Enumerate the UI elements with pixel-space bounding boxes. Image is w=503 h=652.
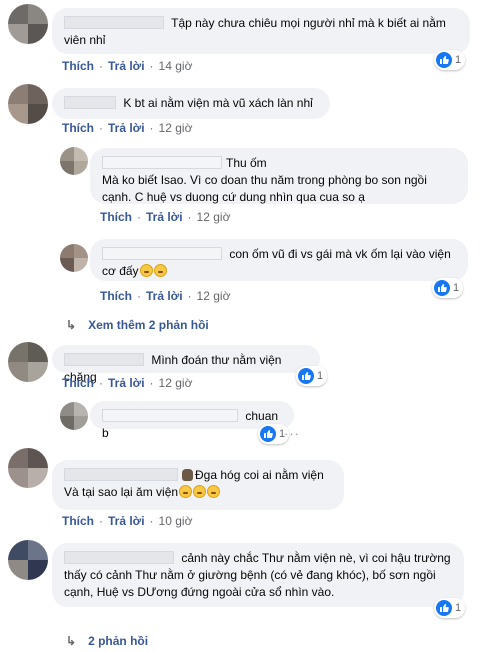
reply-button[interactable]: Trả lời bbox=[108, 376, 145, 390]
like-reaction-icon bbox=[436, 600, 452, 616]
comment-bubble: Đga hóg coi ai nằm viện Và tại sao lại ă… bbox=[52, 460, 344, 510]
comment-bubble: cảnh này chắc Thư nằm viện nè, vì coi hậ… bbox=[52, 543, 464, 607]
avatar[interactable] bbox=[8, 342, 48, 382]
reaction-count[interactable]: 1 bbox=[434, 50, 466, 70]
reply-button[interactable]: Trả lời bbox=[108, 514, 145, 528]
comment-actions: Thích · Trả lời · 10 giờ bbox=[62, 514, 193, 528]
reaction-count[interactable]: 1 bbox=[432, 278, 464, 298]
avatar[interactable] bbox=[60, 147, 88, 175]
reply-bubble: Thu ốm Mà ko biết Isao. Vì co doan thu n… bbox=[90, 148, 468, 204]
reply-button[interactable]: Trả lời bbox=[146, 210, 183, 224]
timestamp[interactable]: 12 giờ bbox=[197, 289, 231, 303]
timestamp[interactable]: 12 giờ bbox=[159, 121, 193, 135]
author-name[interactable] bbox=[64, 96, 116, 109]
timestamp[interactable]: 10 giờ bbox=[159, 514, 193, 528]
reply-bubble: con ốm vũ đi vs gái mà vk ốm lại vào việ… bbox=[90, 239, 468, 281]
author-name[interactable] bbox=[64, 551, 174, 564]
timestamp[interactable]: 12 giờ bbox=[159, 376, 193, 390]
comment-text-line2: Và tại sao lại ăm viện bbox=[64, 485, 179, 499]
reply-arrow-icon: ↳ bbox=[66, 318, 77, 332]
comment-actions: Thích · Trả lời · 12 giờ bbox=[62, 376, 193, 390]
like-button[interactable]: Thích bbox=[62, 376, 94, 390]
author-name[interactable] bbox=[64, 468, 178, 481]
reply-button[interactable]: Trả lời bbox=[108, 121, 145, 135]
comment-actions: Thích · Trả lời · 12 giờ bbox=[100, 210, 231, 224]
reaction-count[interactable]: 1 bbox=[434, 598, 466, 618]
avatar[interactable] bbox=[8, 84, 48, 124]
like-reaction-icon bbox=[298, 368, 314, 384]
comment-text: K bt ai nằm viện mà vũ xách làn nhỉ bbox=[123, 96, 313, 110]
reaction-count[interactable]: 1 bbox=[296, 366, 328, 386]
thinking-emoji-icon bbox=[207, 485, 221, 498]
more-replies-link[interactable]: ↳ 2 phản hồi bbox=[66, 634, 148, 648]
reply-arrow-icon: ↳ bbox=[66, 634, 77, 648]
comment-bubble: K bt ai nằm viện mà vũ xách làn nhỉ bbox=[52, 88, 330, 119]
thinking-emoji-icon bbox=[193, 485, 207, 498]
thinking-emoji-icon bbox=[179, 485, 193, 498]
avatar[interactable] bbox=[8, 448, 48, 488]
author-name[interactable] bbox=[64, 16, 164, 29]
like-button[interactable]: Thích bbox=[100, 210, 132, 224]
like-button[interactable]: Thích bbox=[62, 121, 94, 135]
author-name[interactable] bbox=[102, 247, 222, 260]
comment-bubble: Mình đoán thư nằm viện chăng bbox=[52, 345, 320, 384]
comment-text: Mà ko biết Isao. Vì co doan thu năm tron… bbox=[102, 173, 427, 204]
more-replies-label: 2 phản hồi bbox=[88, 634, 149, 648]
like-button[interactable]: Thích bbox=[62, 514, 94, 528]
like-count: 1 bbox=[455, 602, 462, 614]
reply-button[interactable]: Trả lời bbox=[146, 289, 183, 303]
comment-actions: Thích · Trả lời · 12 giờ bbox=[62, 121, 193, 135]
like-count: 1 bbox=[453, 282, 460, 294]
author-name[interactable] bbox=[102, 156, 222, 169]
comment-text-line1: Đga hóg coi ai nằm viện bbox=[195, 468, 324, 482]
reply-name-text: Thu ốm bbox=[226, 156, 267, 170]
avatar[interactable] bbox=[8, 540, 48, 580]
avatar[interactable] bbox=[60, 402, 88, 430]
like-reaction-icon bbox=[436, 52, 452, 68]
avatar[interactable] bbox=[60, 244, 88, 272]
avatar[interactable] bbox=[8, 4, 48, 44]
like-reaction-icon bbox=[260, 426, 276, 442]
reply-button[interactable]: Trả lời bbox=[108, 59, 145, 73]
author-name[interactable] bbox=[64, 353, 144, 366]
hand-emoji-icon bbox=[182, 469, 193, 481]
laughing-emoji-icon bbox=[139, 264, 153, 277]
like-button[interactable]: Thích bbox=[62, 59, 94, 73]
like-button[interactable]: Thích bbox=[100, 289, 132, 303]
like-reaction-icon bbox=[434, 280, 450, 296]
comment-actions: Thích · Trả lời · 12 giờ bbox=[100, 289, 231, 303]
like-count: 1 bbox=[455, 54, 462, 66]
see-more-replies-link[interactable]: ↳ Xem thêm 2 phản hồi bbox=[66, 318, 209, 332]
see-more-replies-label: Xem thêm 2 phản hồi bbox=[88, 318, 209, 332]
author-name[interactable] bbox=[102, 409, 238, 422]
laughing-emoji-icon bbox=[153, 264, 167, 277]
more-options-icon[interactable]: ··· bbox=[284, 426, 300, 441]
comment-actions: Thích · Trả lời · 14 giờ bbox=[62, 59, 193, 73]
timestamp[interactable]: 12 giờ bbox=[197, 210, 231, 224]
comment-bubble: Tập này chưa chiêu mọi người nhỉ mà k bi… bbox=[52, 8, 470, 54]
like-count: 1 bbox=[317, 370, 324, 382]
timestamp[interactable]: 14 giờ bbox=[159, 59, 193, 73]
